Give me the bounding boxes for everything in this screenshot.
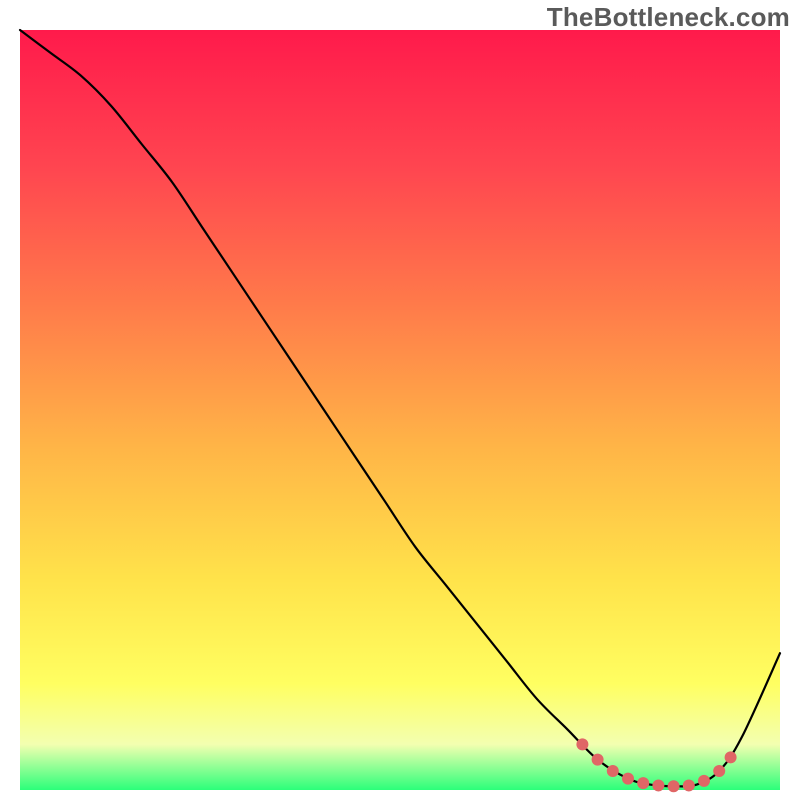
sweet-spot-point — [592, 754, 604, 766]
watermark-text: TheBottleneck.com — [547, 2, 790, 33]
sweet-spot-point — [637, 777, 649, 789]
sweet-spot-point — [683, 779, 695, 791]
sweet-spot-point — [725, 751, 737, 763]
sweet-spot-point — [713, 765, 725, 777]
bottleneck-plot — [0, 0, 800, 800]
sweet-spot-point — [698, 775, 710, 787]
sweet-spot-point — [576, 738, 588, 750]
chart-stage: TheBottleneck.com — [0, 0, 800, 800]
sweet-spot-point — [668, 780, 680, 792]
sweet-spot-point — [607, 765, 619, 777]
sweet-spot-point — [622, 773, 634, 785]
sweet-spot-point — [652, 779, 664, 791]
gradient-background — [20, 30, 780, 790]
